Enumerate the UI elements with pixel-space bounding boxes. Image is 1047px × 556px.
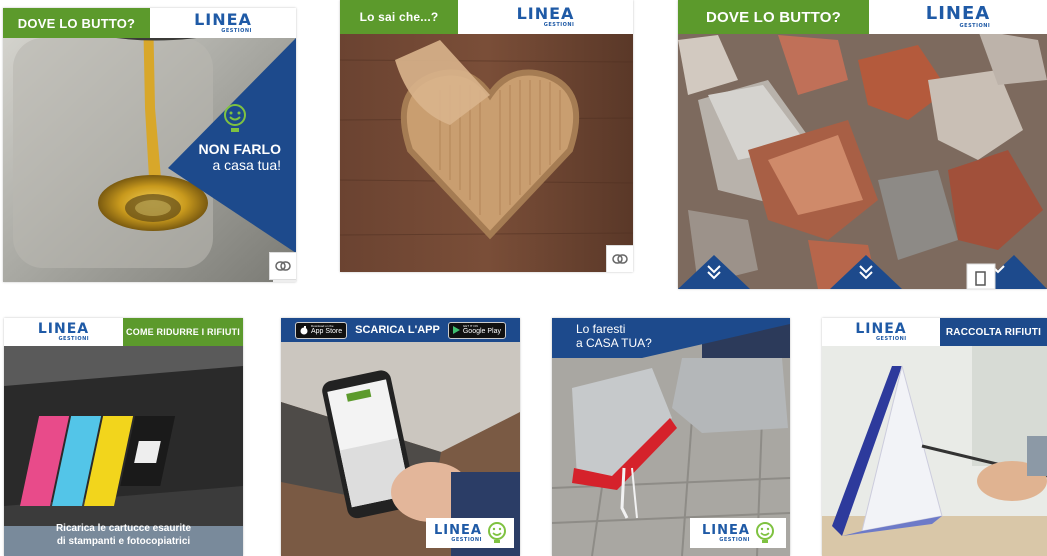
caption-line2: di stampanti e fotocopiatrici <box>56 536 191 547</box>
google-play-label: Google Play <box>462 328 501 335</box>
logo-text: LINEA <box>925 3 991 24</box>
linea-logo-badge: LINEA GESTIONI <box>690 518 786 548</box>
logo-text: LINEA <box>434 522 482 538</box>
google-play-badge[interactable]: GET IT ON Google Play <box>447 321 506 339</box>
post-tile-app[interactable]: Download on the App Store SCARICA L'APP … <box>281 318 520 556</box>
logo-subtext: GESTIONI <box>875 336 907 342</box>
overlay-line2: a casa tua! <box>212 157 282 173</box>
apple-icon <box>300 325 308 335</box>
post-tile-gum[interactable]: Lo faresti a CASA TUA? LINEA GESTIONI <box>552 318 790 556</box>
overlay-message: NON FARLO a casa tua! <box>181 141 281 173</box>
logo-subtext: GESTIONI <box>221 28 252 34</box>
logo-text: LINEA <box>194 10 252 29</box>
post-tile-heart[interactable]: Lo sai che...? LINEA GESTIONI <box>340 0 633 272</box>
post-category-label: Lo sai che...? <box>340 0 458 34</box>
post-category-label: SCARICA L'APP <box>355 324 440 336</box>
post-tile-oil[interactable]: DOVE LO BUTTO? LINEA GESTIONI NON FARLO a… <box>3 8 296 282</box>
caption-line1: Ricarica le cartucce esaurite <box>55 523 192 534</box>
logo-text: LINEA <box>855 321 907 337</box>
post-tile-rubble[interactable]: DOVE LO BUTTO? LINEA GESTIONI <box>678 0 1047 289</box>
caption: Ricarica le cartucce esaurite di stampan… <box>4 522 243 548</box>
post-tile-calendar[interactable]: LINEA GESTIONI RACCOLTA RIFIUTI <box>822 318 1047 556</box>
overlay-line1: NON FARLO <box>198 141 281 157</box>
post-category-label: RACCOLTA RIFIUTI <box>940 318 1047 346</box>
post-category-label: DOVE LO BUTTO? <box>3 8 150 38</box>
post-tile-cartridges[interactable]: LINEA GESTIONI COME RIDURRE I RIFIUTI Ric… <box>4 318 243 556</box>
app-store-badge[interactable]: Download on the App Store <box>295 321 348 339</box>
app-store-label: App Store <box>311 328 343 335</box>
desk-calendar-photo <box>822 346 1047 556</box>
linea-logo: LINEA GESTIONI <box>150 8 296 38</box>
play-icon <box>452 326 460 334</box>
link-icon <box>612 254 628 264</box>
smiley-icon <box>755 522 774 544</box>
construction-rubble-photo <box>678 0 1047 289</box>
post-category-label: COME RIDURRE I RIFIUTI <box>123 318 243 346</box>
linea-logo: LINEA GESTIONI <box>822 318 940 346</box>
linea-logo: LINEA GESTIONI <box>4 318 123 346</box>
headline-line1: Lo faresti <box>576 322 626 336</box>
headline-line2: a CASA TUA? <box>576 336 652 350</box>
logo-subtext: GESTIONI <box>719 536 750 543</box>
logo-text: LINEA <box>516 4 575 23</box>
linea-logo-badge: LINEA GESTIONI <box>426 518 514 548</box>
logo-subtext: GESTIONI <box>58 336 90 342</box>
link-button[interactable] <box>606 245 633 272</box>
cardboard-heart-photo <box>340 0 633 272</box>
link-icon <box>275 261 291 271</box>
headline-banner: Lo faresti a CASA TUA? <box>552 318 790 358</box>
linea-logo: LINEA GESTIONI <box>869 0 1047 34</box>
logo-subtext: GESTIONI <box>959 23 991 29</box>
logo-subtext: GESTIONI <box>451 536 482 543</box>
smiley-icon <box>487 522 506 544</box>
post-category-label: DOVE LO BUTTO? <box>678 0 869 34</box>
logo-subtext: GESTIONI <box>543 22 575 28</box>
linea-logo: LINEA GESTIONI <box>458 0 633 34</box>
smiley-icon <box>223 104 247 134</box>
logo-text: LINEA <box>702 522 750 538</box>
logo-text: LINEA <box>37 321 90 337</box>
link-button[interactable] <box>269 252 296 280</box>
